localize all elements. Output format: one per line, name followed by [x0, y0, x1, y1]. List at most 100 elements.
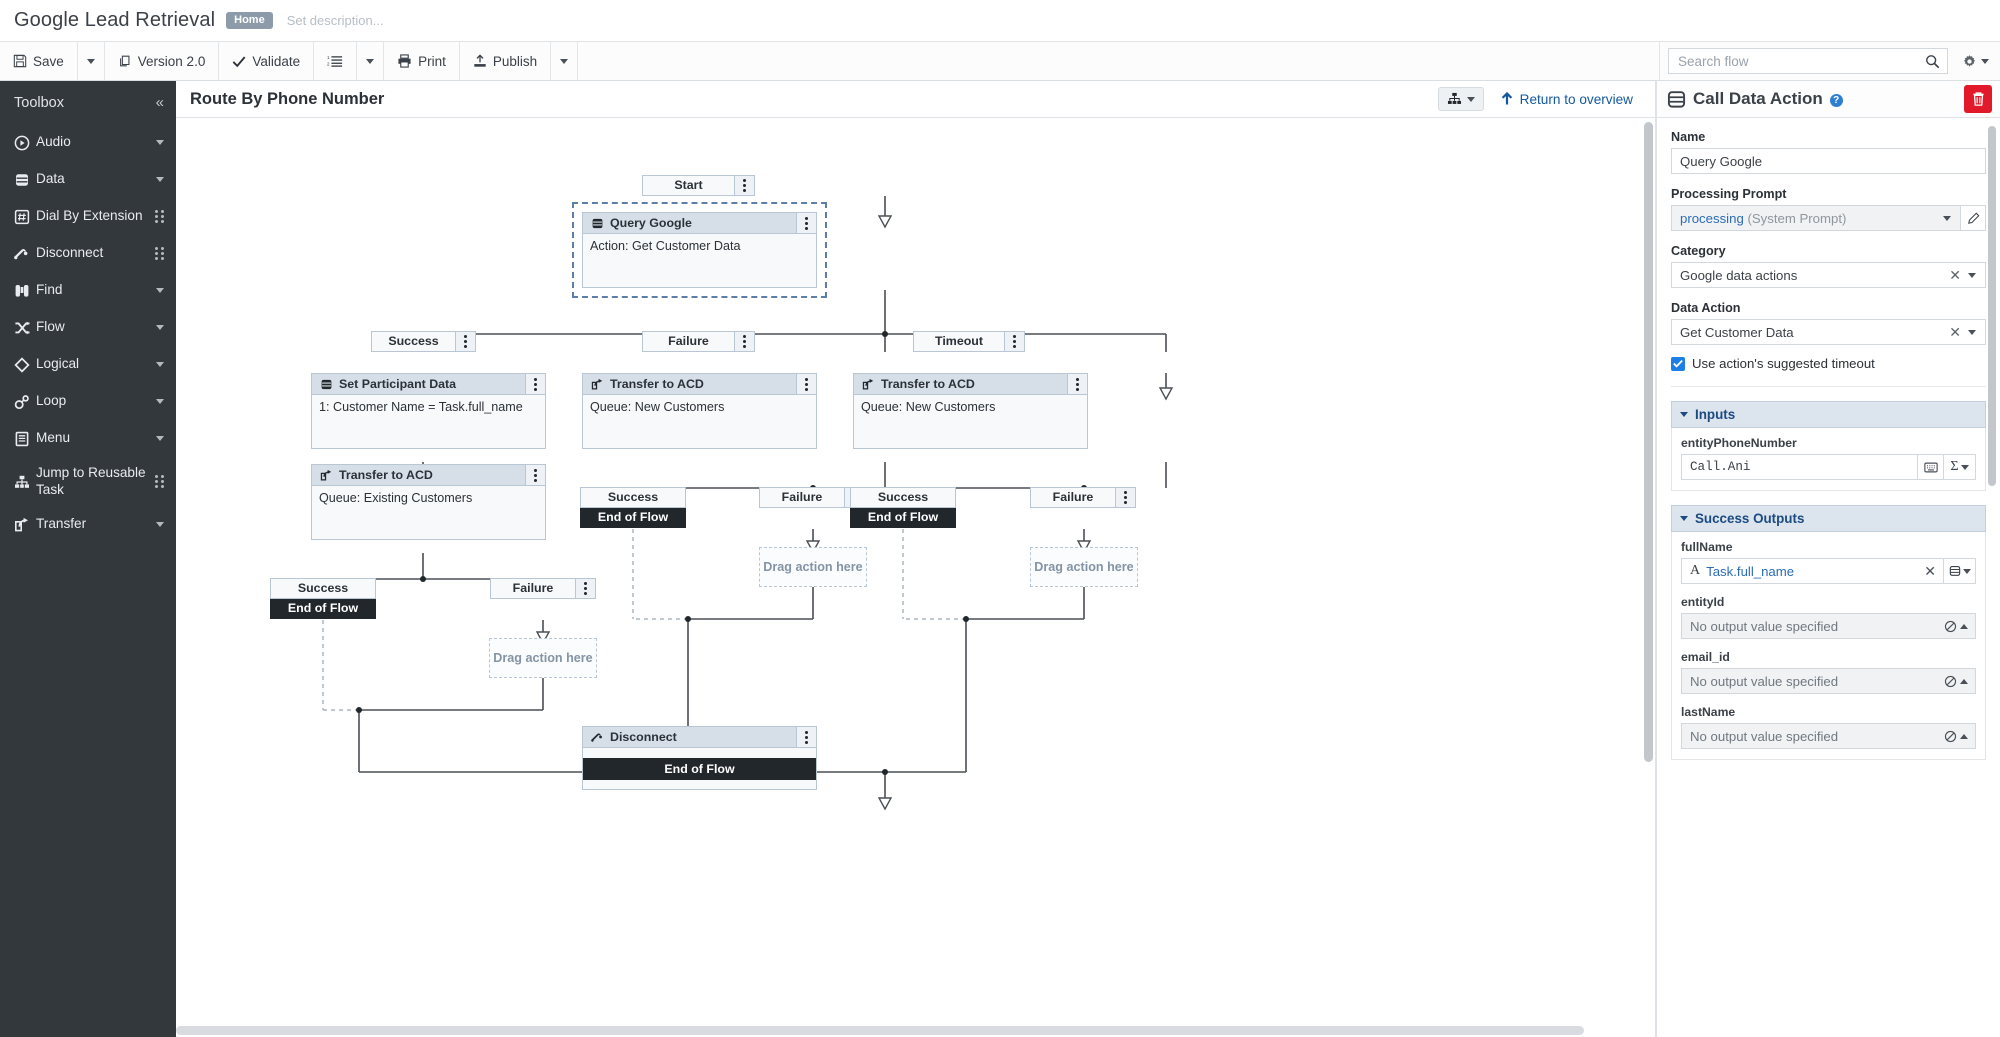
edit-prompt-button[interactable] — [1960, 205, 1986, 231]
drag-action-slot-timeout-acd-failure[interactable]: Drag action here — [1030, 547, 1138, 587]
node-menu-icon[interactable] — [796, 374, 816, 394]
scrollbar-thumb[interactable] — [1644, 122, 1653, 762]
save-button[interactable]: Save — [0, 42, 78, 80]
chevron-down-icon[interactable] — [156, 288, 164, 293]
toolbox-item-data[interactable]: Data — [0, 161, 176, 198]
toolbox-item-jump-to-reusable-task[interactable]: Jump to Reusable Task — [0, 457, 176, 506]
toolbox-item-logical[interactable]: Logical — [0, 346, 176, 383]
chevron-down-icon[interactable] — [156, 399, 164, 404]
chevron-down-icon[interactable] — [156, 362, 164, 367]
search-input[interactable] — [1676, 52, 1925, 70]
chevron-down-icon[interactable] — [1943, 215, 1951, 221]
ordered-list-button[interactable]: 1 2 — [314, 42, 358, 80]
node-menu-icon[interactable] — [1067, 374, 1087, 394]
branch-failure-existing[interactable]: Failure — [490, 578, 596, 599]
processing-prompt-link[interactable]: processing — [1680, 211, 1744, 226]
node-menu-icon[interactable] — [455, 332, 475, 351]
processing-prompt-select[interactable]: processing (System Prompt) — [1671, 205, 1961, 231]
chevron-down-icon[interactable] — [1968, 329, 1976, 335]
flow-canvas[interactable]: Start Query Google Action: Get Customer … — [176, 118, 1655, 1037]
output-value-row[interactable]: No output value specified — [1681, 723, 1976, 749]
node-transfer-acd-existing[interactable]: Transfer to ACD Queue: Existing Customer… — [311, 464, 546, 540]
chevron-down-icon[interactable] — [156, 177, 164, 182]
node-menu-icon[interactable] — [734, 332, 754, 351]
help-icon[interactable]: ? — [1829, 93, 1843, 107]
name-input[interactable]: Query Google — [1671, 148, 1986, 174]
scrollbar-thumb[interactable] — [176, 1026, 1585, 1035]
canvas-vertical-scrollbar[interactable] — [1644, 122, 1653, 1021]
inputs-section-header[interactable]: Inputs — [1671, 401, 1986, 428]
branch-success-timeout-acd[interactable]: Success — [850, 487, 956, 508]
node-menu-icon[interactable] — [525, 465, 545, 485]
drag-action-slot-failure-acd-failure[interactable]: Drag action here — [759, 547, 867, 587]
no-value-menu-button[interactable] — [1937, 724, 1975, 748]
toolbox-item-dial-by-extension[interactable]: Dial By Extension — [0, 198, 176, 235]
no-value-menu-button[interactable] — [1937, 614, 1975, 638]
node-transfer-acd-failure[interactable]: Transfer to ACD Queue: New Customers — [582, 373, 817, 449]
toolbox-item-flow[interactable]: Flow — [0, 309, 176, 346]
category-select[interactable]: Google data actions ✕ — [1671, 262, 1986, 288]
node-menu-icon[interactable] — [796, 213, 816, 233]
expression-menu-button[interactable]: Σ — [1943, 455, 1975, 479]
no-value-menu-button[interactable] — [1937, 669, 1975, 693]
print-button[interactable]: Print — [384, 42, 460, 80]
clear-output-icon[interactable]: ✕ — [1917, 559, 1943, 583]
output-value-row[interactable]: No output value specified — [1681, 668, 1976, 694]
hierarchy-view-button[interactable] — [1437, 87, 1484, 111]
toolbox-item-disconnect[interactable]: Disconnect — [0, 235, 176, 272]
node-start[interactable]: Start — [642, 175, 755, 196]
chevron-down-icon[interactable] — [156, 522, 164, 528]
search-icon[interactable] — [1925, 54, 1940, 69]
input-value-row[interactable]: Call.Ani Σ — [1681, 454, 1976, 480]
branch-failure-1[interactable]: Failure — [642, 331, 755, 352]
panel-vertical-scrollbar[interactable] — [1988, 126, 1996, 1033]
toolbox-item-loop[interactable]: Loop — [0, 383, 176, 420]
node-menu-icon[interactable] — [525, 374, 545, 394]
node-menu-icon[interactable] — [575, 579, 595, 598]
success-outputs-section-header[interactable]: Success Outputs — [1671, 505, 1986, 532]
output-type-menu-button[interactable] — [1943, 559, 1975, 583]
drag-action-slot-existing-failure[interactable]: Drag action here — [489, 638, 597, 678]
save-dropdown-button[interactable] — [78, 42, 105, 80]
canvas-horizontal-scrollbar[interactable] — [176, 1026, 1643, 1035]
list-dropdown-button[interactable] — [357, 42, 385, 80]
toolbox-item-audio[interactable]: Audio — [0, 124, 176, 161]
clear-category-icon[interactable]: ✕ — [1942, 267, 1968, 284]
set-description-field[interactable]: Set description... — [287, 13, 384, 28]
drag-handle-icon[interactable] — [155, 247, 164, 260]
collapse-sidebar-icon[interactable]: « — [156, 94, 164, 111]
publish-button[interactable]: Publish — [460, 42, 552, 80]
branch-success-1[interactable]: Success — [371, 331, 476, 352]
branch-failure-timeout-acd[interactable]: Failure — [1030, 487, 1136, 508]
node-query-google[interactable]: Query Google Action: Get Customer Data — [582, 212, 817, 288]
validate-button[interactable]: Validate — [219, 42, 315, 80]
input-value[interactable]: Call.Ani — [1682, 455, 1917, 479]
output-value-row[interactable]: A Task.full_name ✕ — [1681, 558, 1976, 584]
keyboard-icon[interactable] — [1917, 455, 1943, 479]
node-menu-icon[interactable] — [1115, 488, 1135, 507]
node-menu-icon[interactable] — [1004, 332, 1024, 351]
branch-timeout-1[interactable]: Timeout — [913, 331, 1025, 352]
home-badge[interactable]: Home — [226, 12, 273, 29]
chevron-down-icon[interactable] — [1968, 272, 1976, 278]
search-box[interactable] — [1668, 48, 1948, 74]
node-disconnect[interactable]: Disconnect End of Flow — [582, 726, 817, 790]
toolbox-item-find[interactable]: Find — [0, 272, 176, 309]
toolbox-item-menu[interactable]: Menu — [0, 420, 176, 457]
settings-menu-button[interactable] — [1956, 42, 2000, 80]
version-button[interactable]: Version 2.0 — [105, 42, 220, 80]
node-menu-icon[interactable] — [796, 727, 816, 747]
branch-success-existing[interactable]: Success — [270, 578, 376, 599]
drag-handle-icon[interactable] — [155, 210, 164, 223]
branch-success-failure-acd[interactable]: Success — [580, 487, 686, 508]
delete-button[interactable] — [1964, 85, 1992, 113]
scrollbar-thumb[interactable] — [1988, 126, 1996, 486]
data-action-select[interactable]: Get Customer Data ✕ — [1671, 319, 1986, 345]
output-value-row[interactable]: No output value specified — [1681, 613, 1976, 639]
clear-data-action-icon[interactable]: ✕ — [1942, 324, 1968, 341]
output-value[interactable]: Task.full_name — [1706, 564, 1794, 579]
suggested-timeout-row[interactable]: Use action's suggested timeout — [1671, 356, 1986, 371]
return-to-overview-link[interactable]: Return to overview — [1500, 92, 1633, 107]
toolbox-item-transfer[interactable]: Transfer — [0, 506, 176, 543]
chevron-down-icon[interactable] — [156, 140, 164, 145]
